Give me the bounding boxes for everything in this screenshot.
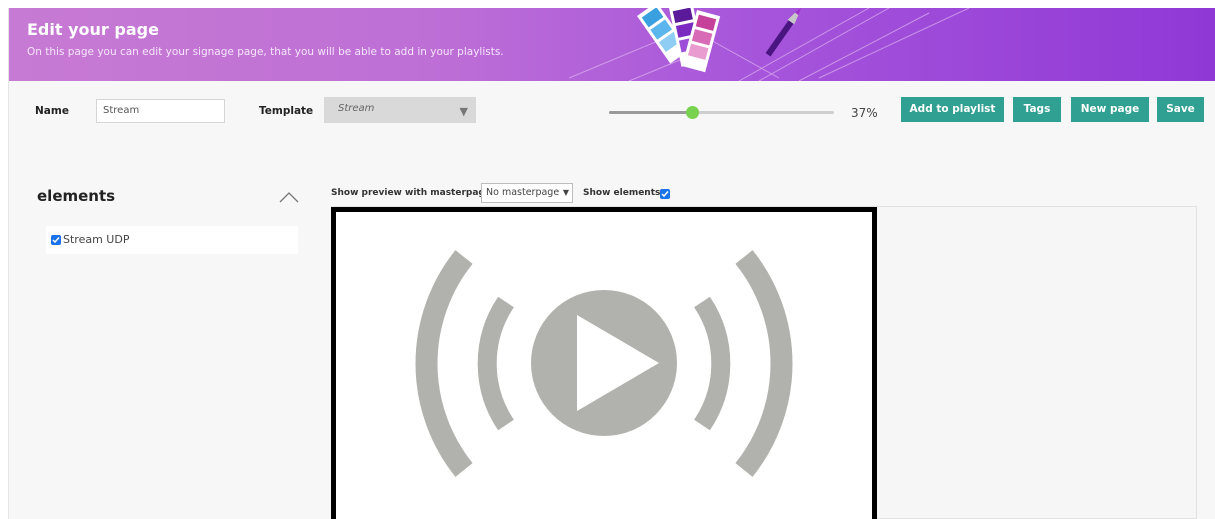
masterpage-select-value: No masterpage	[486, 187, 560, 198]
zoom-slider-fill	[609, 111, 693, 114]
palette-illustration-icon	[569, 8, 970, 81]
caret-down-icon: ▼	[459, 105, 468, 118]
name-label: Name	[35, 105, 69, 117]
zoom-slider-thumb[interactable]	[686, 106, 700, 119]
page-title: Edit your page	[27, 20, 159, 39]
show-elements-label: Show elements:	[583, 188, 664, 198]
show-elements-checkbox[interactable]	[660, 189, 670, 199]
element-list-item[interactable]: Stream UDP	[46, 226, 298, 254]
masterpage-select[interactable]: No masterpage ▼	[481, 183, 573, 203]
template-select-value: Stream	[338, 103, 375, 114]
stream-element-preview[interactable]	[331, 207, 877, 519]
element-checkbox[interactable]	[51, 235, 61, 245]
page-frame: Edit your page On this page you can edit…	[8, 8, 1215, 519]
template-label: Template	[259, 105, 314, 117]
tags-button[interactable]: Tags	[1013, 97, 1061, 122]
page-subtitle: On this page you can edit your signage p…	[27, 46, 504, 58]
new-page-button[interactable]: New page	[1071, 97, 1149, 122]
live-stream-icon	[415, 250, 793, 477]
masterpage-label: Show preview with masterpage:	[331, 188, 495, 198]
page-header-banner: Edit your page On this page you can edit…	[9, 8, 1215, 81]
template-select[interactable]: Stream ▼	[324, 97, 476, 123]
zoom-value: 37%	[851, 106, 878, 120]
zoom-slider[interactable]	[609, 104, 834, 122]
element-label: Stream UDP	[63, 233, 130, 246]
chevron-up-icon[interactable]	[278, 190, 300, 204]
save-button[interactable]: Save	[1157, 97, 1204, 122]
name-input[interactable]: Stream	[96, 99, 225, 123]
add-to-playlist-button[interactable]: Add to playlist	[901, 97, 1004, 122]
chevron-down-icon: ▼	[562, 188, 569, 197]
elements-panel-title: elements	[37, 187, 116, 205]
